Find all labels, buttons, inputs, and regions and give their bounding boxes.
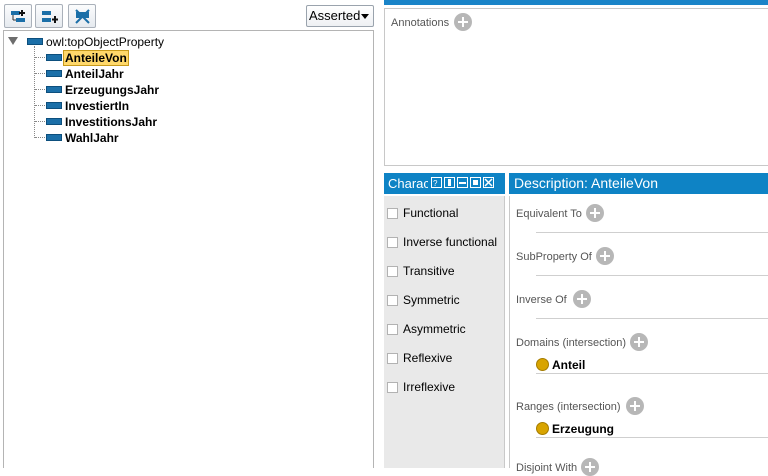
view-mode-select[interactable]: Asserted [306,5,374,27]
object-property-icon [46,70,62,77]
annotations-header-bar [384,0,768,5]
characteristics-header: Characteristics ? [384,173,505,194]
add-domain-icon[interactable] [630,333,648,351]
divider [536,373,768,374]
object-property-icon [27,38,43,45]
add-sub-property-button[interactable] [4,4,32,28]
tree-item-investiertin[interactable]: InvestiertIn [65,99,129,113]
irreflexive-checkbox[interactable] [387,382,398,393]
object-property-icon [46,54,62,61]
symmetric-checkbox[interactable] [387,295,398,306]
subproperty-of-label: SubProperty Of [516,251,592,263]
characteristic-label: Reflexive [403,351,453,365]
chevron-down-icon [361,14,369,19]
domain-class[interactable]: Anteil [552,358,585,372]
divider [536,232,768,233]
add-subproperty-icon[interactable] [596,247,614,265]
description-header: Description: AnteileVon [509,173,768,194]
add-disjoint-icon[interactable] [581,458,599,476]
inverse-of-label: Inverse Of [516,294,567,306]
float-view-icon[interactable] [444,177,455,188]
characteristics-title: Characteristics [388,176,428,191]
ranges-label: Ranges (intersection) [516,401,621,413]
disjoint-with-label: Disjoint With [516,462,578,474]
annotations-panel: Annotations [384,8,768,166]
range-class[interactable]: Erzeugung [552,422,614,436]
tree-connector [35,57,45,58]
domains-label: Domains (intersection) [516,337,627,349]
transitive-checkbox[interactable] [387,266,398,277]
expand-arrow-icon[interactable] [8,37,18,45]
tree-connector [35,73,45,74]
characteristic-label: Symmetric [403,293,460,307]
tree-connector [34,46,35,138]
characteristics-panel: Functional Inverse functional Transitive… [384,196,505,468]
characteristic-label: Inverse functional [403,235,498,249]
tree-item-anteilevon[interactable]: AnteileVon [63,50,129,66]
object-property-icon [46,134,62,141]
tree-item-investitionsjahr[interactable]: InvestitionsJahr [65,115,157,129]
tree-connector [35,105,45,106]
add-sub-property-icon [11,10,25,22]
property-tree [3,30,374,468]
add-inverse-icon[interactable] [573,290,591,308]
characteristic-label: Transitive [403,264,455,278]
add-annotation-icon[interactable] [454,13,472,31]
class-icon [536,422,549,435]
delete-property-button[interactable] [68,4,96,28]
equivalent-to-label: Equivalent To [516,208,582,220]
add-sibling-property-icon [42,11,58,23]
asymmetric-checkbox[interactable] [387,324,398,335]
tree-connector [35,89,45,90]
functional-checkbox[interactable] [387,208,398,219]
svg-text:?: ? [433,179,438,187]
object-property-hierarchy-panel: Asserted owl:topObjectProperty AnteileVo… [0,0,376,468]
divider [536,318,768,319]
annotations-label: Annotations [391,17,450,29]
object-property-icon [46,86,62,93]
add-equivalent-icon[interactable] [586,204,604,222]
divider [536,437,768,438]
description-panel: Equivalent To SubProperty Of Inverse Of … [509,196,768,476]
description-title: Description: AnteileVon [514,175,658,191]
tree-item-wahljahr[interactable]: WahlJahr [65,131,119,145]
tree-connector [35,137,45,138]
reflexive-checkbox[interactable] [387,353,398,364]
inverse-functional-checkbox[interactable] [387,237,398,248]
view-mode-value: Asserted [309,8,361,23]
object-property-icon [46,118,62,125]
help-icon[interactable]: ? [431,177,442,188]
object-property-icon [46,102,62,109]
characteristic-label: Asymmetric [403,322,466,336]
tree-item-anteiljahr[interactable]: AnteilJahr [65,67,124,81]
minimize-view-icon[interactable] [457,177,468,188]
tree-root-label[interactable]: owl:topObjectProperty [46,35,164,49]
maximize-view-icon[interactable] [470,177,481,188]
add-sibling-property-button[interactable] [35,4,63,28]
divider [536,275,768,276]
add-range-icon[interactable] [626,397,644,415]
tree-connector [35,121,45,122]
delete-property-icon [75,9,90,24]
characteristic-label: Irreflexive [403,380,456,394]
class-icon [536,358,549,371]
characteristic-label: Functional [403,206,459,220]
close-view-icon[interactable] [483,177,494,188]
tree-item-erzeugungsjahr[interactable]: ErzeugungsJahr [65,83,159,97]
